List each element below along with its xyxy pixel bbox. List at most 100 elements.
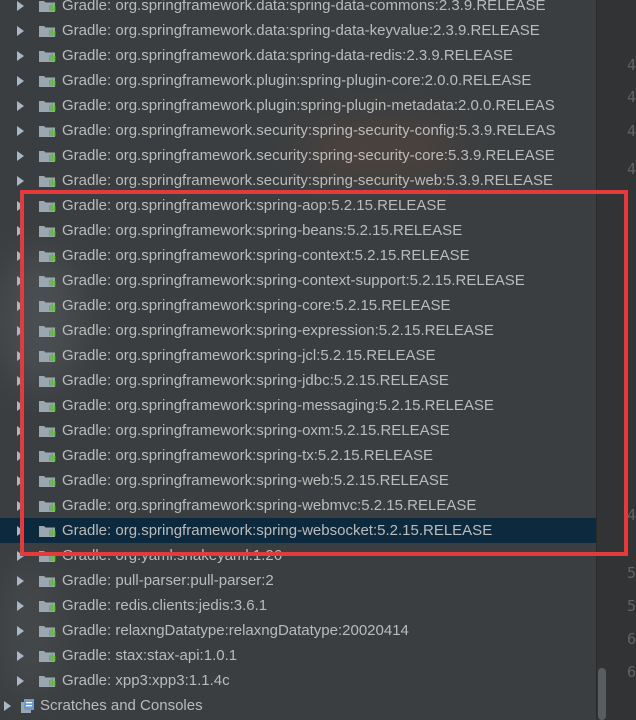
chevron-right-icon[interactable] <box>17 676 24 686</box>
tree-item-label: Gradle: relaxngDatatype:relaxngDatatype:… <box>62 622 409 639</box>
tree-item-label: Gradle: org.springframework:spring-conte… <box>62 247 470 264</box>
tree-item-label: Gradle: org.springframework:spring-beans… <box>62 222 463 239</box>
chevron-right-icon[interactable] <box>17 26 24 36</box>
line-number: 5 <box>627 597 636 615</box>
chevron-right-icon[interactable] <box>17 551 24 561</box>
tree-item[interactable]: Gradle: org.springframework.security:spr… <box>0 168 596 193</box>
line-number: 6 <box>627 663 636 681</box>
tree-item[interactable]: Gradle: org.springframework:spring-jdbc:… <box>0 368 596 393</box>
library-icon <box>39 201 56 212</box>
line-number: 4 <box>627 56 636 74</box>
tree-item-label: Scratches and Consoles <box>40 697 203 714</box>
library-icon <box>39 251 56 262</box>
chevron-right-icon[interactable] <box>17 151 24 161</box>
library-icon <box>39 676 56 687</box>
chevron-right-icon[interactable] <box>17 426 24 436</box>
library-icon <box>39 501 56 512</box>
tree-item-label: Gradle: org.springframework.plugin:sprin… <box>62 72 532 89</box>
chevron-right-icon[interactable] <box>17 651 24 661</box>
library-icon <box>39 151 56 162</box>
library-icon <box>39 76 56 87</box>
tree-item-label: Gradle: org.springframework:spring-messa… <box>62 397 494 414</box>
tree-item-scratches[interactable]: Scratches and Consoles <box>0 693 596 718</box>
line-number: 6 <box>627 630 636 648</box>
tree-item-label: Gradle: org.yaml:snakeyaml:1.26 <box>62 547 283 564</box>
project-panel: Gradle: org.springframework.data:spring-… <box>0 0 596 720</box>
tree-item[interactable]: Gradle: xpp3:xpp3:1.1.4c <box>0 668 596 693</box>
tree-item[interactable]: Gradle: org.springframework:spring-tx:5.… <box>0 443 596 468</box>
tree-item[interactable]: Gradle: org.springframework:spring-jcl:5… <box>0 343 596 368</box>
project-tree: Gradle: org.springframework.data:spring-… <box>0 0 596 718</box>
chevron-right-icon[interactable] <box>17 401 24 411</box>
chevron-right-icon[interactable] <box>17 526 24 536</box>
tree-item[interactable]: Gradle: org.springframework:spring-aop:5… <box>0 193 596 218</box>
vertical-scrollbar[interactable] <box>598 668 606 720</box>
tree-item[interactable]: Gradle: pull-parser:pull-parser:2 <box>0 568 596 593</box>
tree-item[interactable]: Gradle: org.springframework.security:spr… <box>0 118 596 143</box>
library-icon <box>39 101 56 112</box>
tree-item[interactable]: Gradle: org.springframework.data:spring-… <box>0 43 596 68</box>
tree-item-label: Gradle: org.springframework:spring-core:… <box>62 297 451 314</box>
tree-item[interactable]: Gradle: org.springframework:spring-expre… <box>0 318 596 343</box>
line-number: 4 <box>627 506 636 524</box>
tree-item[interactable]: Gradle: org.springframework.plugin:sprin… <box>0 93 596 118</box>
library-icon <box>39 401 56 412</box>
tree-item[interactable]: Gradle: org.springframework:spring-core:… <box>0 293 596 318</box>
chevron-right-icon[interactable] <box>17 301 24 311</box>
chevron-right-icon[interactable] <box>17 476 24 486</box>
tree-item[interactable]: Gradle: org.yaml:snakeyaml:1.26 <box>0 543 596 568</box>
chevron-right-icon[interactable] <box>17 451 24 461</box>
tree-item[interactable]: Gradle: relaxngDatatype:relaxngDatatype:… <box>0 618 596 643</box>
tree-item[interactable]: Gradle: org.springframework.data:spring-… <box>0 18 596 43</box>
chevron-right-icon[interactable] <box>17 626 24 636</box>
library-icon <box>39 301 56 312</box>
chevron-right-icon[interactable] <box>17 1 24 11</box>
tree-item[interactable]: Gradle: org.springframework:spring-conte… <box>0 243 596 268</box>
tree-item[interactable]: Gradle: org.springframework:spring-webmv… <box>0 493 596 518</box>
chevron-right-icon[interactable] <box>17 226 24 236</box>
chevron-right-icon[interactable] <box>17 51 24 61</box>
library-icon <box>39 626 56 637</box>
tree-item[interactable]: Gradle: redis.clients:jedis:3.6.1 <box>0 593 596 618</box>
line-number: 5 <box>627 564 636 582</box>
tree-item-label: Gradle: org.springframework:spring-web:5… <box>62 472 449 489</box>
library-icon <box>39 176 56 187</box>
tree-item-label: Gradle: org.springframework.security:spr… <box>62 172 554 189</box>
tree-item[interactable]: Gradle: org.springframework:spring-conte… <box>0 268 596 293</box>
chevron-right-icon[interactable] <box>17 351 24 361</box>
line-number: 4 <box>627 88 636 106</box>
chevron-right-icon[interactable] <box>17 276 24 286</box>
library-icon <box>39 601 56 612</box>
tree-item[interactable]: Gradle: org.springframework:spring-oxm:5… <box>0 418 596 443</box>
chevron-right-icon[interactable] <box>4 701 11 711</box>
chevron-right-icon[interactable] <box>17 101 24 111</box>
line-number: 4 <box>627 160 636 178</box>
chevron-right-icon[interactable] <box>17 76 24 86</box>
tree-item[interactable]: Gradle: org.springframework.data:spring-… <box>0 0 596 18</box>
tree-item-label: Gradle: org.springframework.security:spr… <box>62 122 556 139</box>
tree-item-label: Gradle: org.springframework:spring-tx:5.… <box>62 447 433 464</box>
chevron-right-icon[interactable] <box>17 176 24 186</box>
chevron-right-icon[interactable] <box>17 126 24 136</box>
tree-item[interactable]: Gradle: org.springframework.plugin:sprin… <box>0 68 596 93</box>
tree-item[interactable]: Gradle: org.springframework.security:spr… <box>0 143 596 168</box>
chevron-right-icon[interactable] <box>17 376 24 386</box>
chevron-right-icon[interactable] <box>17 326 24 336</box>
library-icon <box>39 51 56 62</box>
tree-item[interactable]: Gradle: org.springframework:spring-messa… <box>0 393 596 418</box>
tree-item[interactable]: Gradle: org.springframework:spring-webso… <box>0 518 596 543</box>
chevron-right-icon[interactable] <box>17 501 24 511</box>
chevron-right-icon[interactable] <box>17 251 24 261</box>
editor-gutter: 4 4 4 4 4 5 5 6 6 <box>596 0 636 720</box>
line-number: 4 <box>627 122 636 140</box>
library-icon <box>39 126 56 137</box>
tree-item[interactable]: Gradle: stax:stax-api:1.0.1 <box>0 643 596 668</box>
tree-item-label: Gradle: stax:stax-api:1.0.1 <box>62 647 238 664</box>
chevron-right-icon[interactable] <box>17 576 24 586</box>
tree-item-label: Gradle: redis.clients:jedis:3.6.1 <box>62 597 268 614</box>
chevron-right-icon[interactable] <box>17 601 24 611</box>
tree-item[interactable]: Gradle: org.springframework:spring-beans… <box>0 218 596 243</box>
tree-item[interactable]: Gradle: org.springframework:spring-web:5… <box>0 468 596 493</box>
chevron-right-icon[interactable] <box>17 201 24 211</box>
tree-item-label: Gradle: xpp3:xpp3:1.1.4c <box>62 672 230 689</box>
